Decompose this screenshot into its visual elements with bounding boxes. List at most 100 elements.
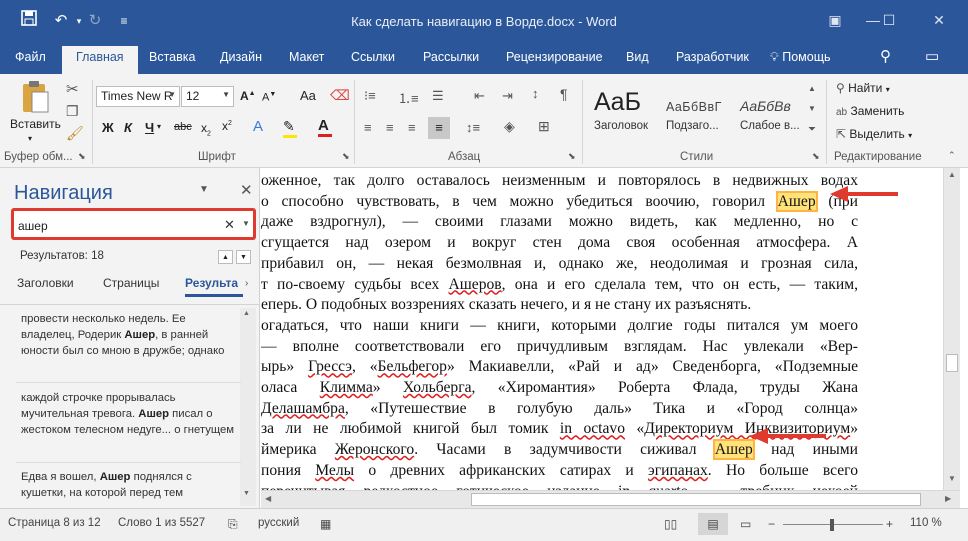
cut-icon[interactable]: ✂: [66, 80, 79, 98]
scroll-down-icon[interactable]: ▼: [243, 490, 250, 497]
show-formatting-icon[interactable]: ¶: [560, 86, 568, 102]
collapse-ribbon-icon[interactable]: ⌃: [948, 150, 956, 161]
superscript-icon[interactable]: x2: [222, 119, 232, 133]
clear-formatting-icon[interactable]: ⌫: [330, 87, 350, 104]
sort-icon[interactable]: ↕: [532, 86, 539, 101]
maximize-icon[interactable]: ☐: [874, 8, 904, 32]
tab-home[interactable]: Главная: [62, 46, 138, 74]
find-button[interactable]: ⚲ Найти ▾: [836, 81, 890, 95]
language[interactable]: русский: [258, 517, 299, 529]
numbering-icon[interactable]: ⒈≡: [398, 88, 419, 107]
result-item[interactable]: Едва я вошел, Ашер поднялся с кушетки, н…: [21, 469, 236, 503]
search-options-icon[interactable]: ▼: [242, 219, 250, 228]
bold-button[interactable]: Ж: [102, 120, 114, 135]
web-layout-icon[interactable]: ▭: [740, 517, 751, 531]
tab-view[interactable]: Вид: [626, 50, 649, 64]
text-effects-icon[interactable]: A: [253, 118, 263, 135]
styles-launcher-icon[interactable]: ⬊: [812, 151, 820, 162]
paste-button[interactable]: Вставить: [10, 117, 61, 131]
page-count[interactable]: Страница 8 из 12: [8, 517, 101, 529]
pane-options-icon[interactable]: ▼: [199, 184, 209, 195]
strikethrough-icon[interactable]: abc: [174, 121, 192, 133]
multilevel-list-icon[interactable]: ☰: [432, 88, 444, 104]
tab-review[interactable]: Рецензирование: [506, 50, 603, 64]
underline-button[interactable]: Ч: [145, 120, 154, 135]
format-painter-icon[interactable]: 🖌︎: [66, 125, 84, 142]
scroll-right-icon[interactable]: ▶: [945, 494, 951, 503]
tab-headings[interactable]: Заголовки: [17, 276, 74, 290]
tabs-scroll-icon[interactable]: ›: [245, 278, 248, 289]
tab-pages[interactable]: Страницы: [103, 276, 159, 290]
tab-design[interactable]: Дизайн: [220, 50, 262, 64]
print-layout-icon[interactable]: ▤: [698, 513, 728, 535]
previous-result-icon[interactable]: ▲: [218, 250, 233, 264]
document-page[interactable]: оженное, так долго оставалось неизменным…: [261, 168, 943, 490]
style-subtle-emphasis[interactable]: AaБбВв Слабое в...: [734, 82, 804, 142]
italic-button[interactable]: К: [124, 120, 132, 135]
tab-insert[interactable]: Вставка: [149, 50, 195, 64]
results-scrollbar[interactable]: ▲ ▼: [240, 308, 256, 506]
zoom-slider-thumb[interactable]: [830, 519, 834, 531]
tab-layout[interactable]: Макет: [289, 50, 324, 64]
borders-icon[interactable]: ⊞: [538, 118, 550, 135]
macro-icon[interactable]: ▦: [320, 517, 331, 531]
tab-file[interactable]: Файл: [15, 50, 46, 64]
style-heading[interactable]: AaБ Заголовок: [588, 82, 658, 142]
horizontal-scrollbar[interactable]: ◀ ▶: [261, 490, 960, 508]
tab-mailings[interactable]: Рассылки: [423, 50, 479, 64]
shrink-font-icon[interactable]: A▼: [262, 91, 276, 104]
scroll-left-icon[interactable]: ◀: [265, 494, 271, 503]
ribbon-display-options-icon[interactable]: ▣: [820, 8, 850, 32]
style-subtitle[interactable]: AaБбВвГ Подзаго...: [660, 82, 730, 142]
scroll-up-icon[interactable]: ▲: [243, 310, 250, 317]
replace-button[interactable]: ab Заменить: [836, 104, 904, 118]
shading-icon[interactable]: ◈: [504, 118, 515, 135]
tab-references[interactable]: Ссылки: [351, 50, 395, 64]
underline-dropdown-icon[interactable]: ▾: [157, 122, 161, 131]
bullets-icon[interactable]: ⁝≡: [364, 88, 376, 104]
clipboard-launcher-icon[interactable]: ⬊: [78, 151, 86, 162]
close-pane-icon[interactable]: ✕: [240, 181, 253, 199]
zoom-in-icon[interactable]: +: [886, 517, 893, 531]
close-icon[interactable]: ✕: [924, 8, 954, 32]
line-spacing-icon[interactable]: ↕≡: [466, 120, 480, 135]
styles-more-icon[interactable]: ⏷: [808, 124, 816, 135]
change-case-icon[interactable]: Aa: [300, 88, 316, 103]
align-right-icon[interactable]: ≡: [408, 120, 416, 135]
comments-icon[interactable]: ▭: [925, 47, 939, 65]
zoom-level[interactable]: 110 %: [910, 517, 942, 529]
next-result-icon[interactable]: ▼: [236, 250, 251, 264]
nav-search-box[interactable]: ✕ ▼: [11, 208, 256, 240]
tab-developer[interactable]: Разработчик: [676, 50, 749, 64]
word-count[interactable]: Слово 1 из 5527: [118, 517, 205, 529]
proofing-icon[interactable]: ⎘: [228, 517, 238, 532]
result-item[interactable]: каждой строчке прорывалась мучительная т…: [21, 390, 236, 438]
tell-me-box[interactable]: 💡︎ Помощь: [770, 50, 831, 65]
paste-icon[interactable]: [20, 80, 50, 117]
share-user-icon[interactable]: ⚲: [880, 47, 891, 65]
scroll-thumb[interactable]: [946, 354, 958, 372]
font-color-icon[interactable]: A: [318, 117, 332, 137]
zoom-out-icon[interactable]: −: [768, 517, 775, 531]
align-left-icon[interactable]: ≡: [364, 120, 372, 135]
vertical-scrollbar[interactable]: ▲ ▼: [943, 168, 960, 490]
tab-results[interactable]: Результа: [185, 276, 245, 290]
copy-icon[interactable]: ❐: [66, 103, 79, 120]
scroll-up-icon[interactable]: ▲: [948, 170, 956, 179]
scroll-down-icon[interactable]: ▼: [948, 474, 956, 483]
paste-dropdown-icon[interactable]: ▾: [28, 134, 32, 143]
select-button[interactable]: ⇱ Выделить ▾: [836, 127, 912, 141]
styles-scroll-up-icon[interactable]: ▲: [808, 84, 816, 93]
scroll-thumb[interactable]: [471, 493, 921, 506]
font-size-select[interactable]: 12 ▼: [181, 86, 234, 107]
decrease-indent-icon[interactable]: ⇤: [474, 88, 485, 104]
search-input[interactable]: [18, 215, 198, 235]
subscript-icon[interactable]: x2: [201, 121, 211, 137]
result-item[interactable]: провести несколько недель. Ее владелец, …: [21, 311, 236, 359]
font-family-select[interactable]: Times New R ▼: [96, 86, 180, 107]
align-center-icon[interactable]: ≡: [386, 120, 394, 135]
paragraph-launcher-icon[interactable]: ⬊: [568, 151, 576, 162]
styles-scroll-down-icon[interactable]: ▼: [808, 104, 816, 113]
clear-search-icon[interactable]: ✕: [224, 217, 235, 233]
increase-indent-icon[interactable]: ⇥: [502, 88, 513, 104]
